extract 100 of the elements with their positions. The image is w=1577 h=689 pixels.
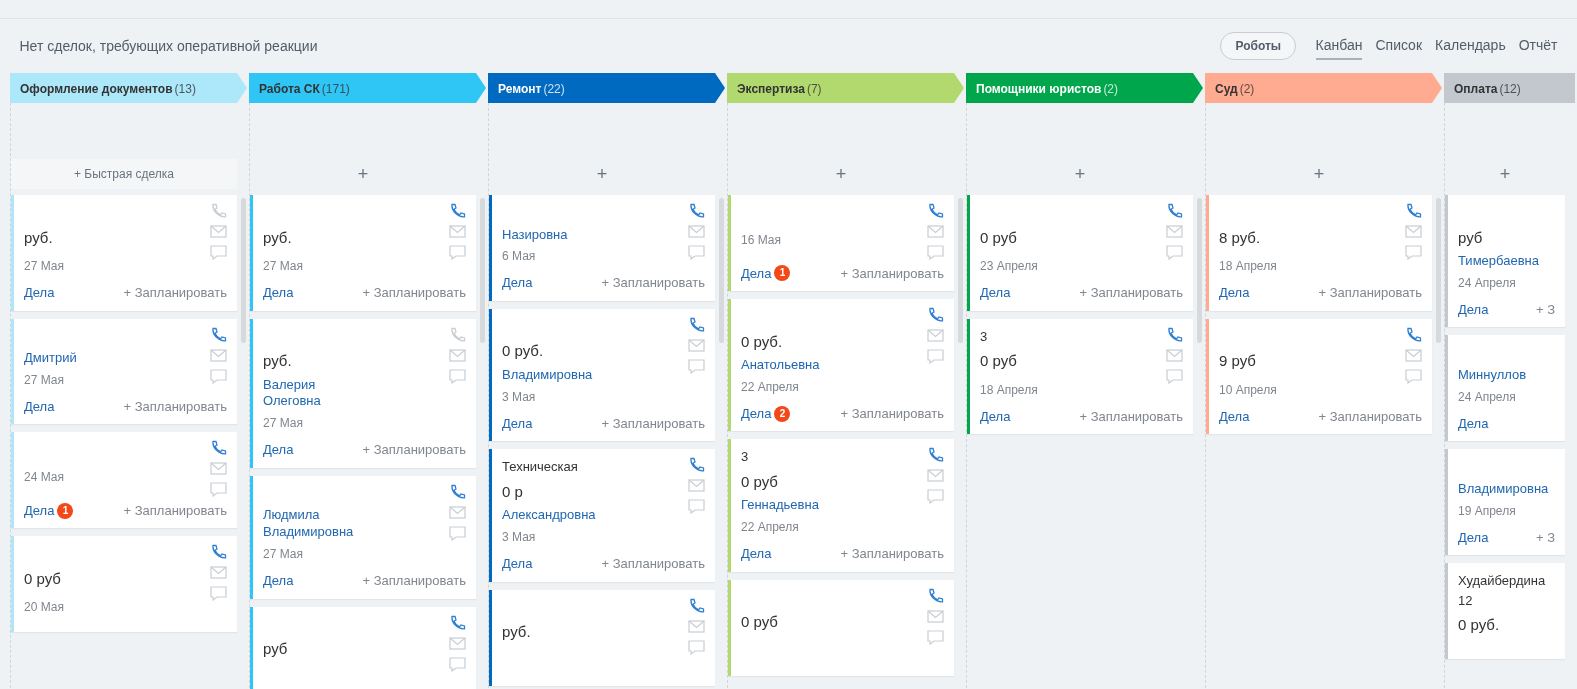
contact-link[interactable]: Тимербаевна	[1458, 253, 1555, 270]
contact-link[interactable]: Геннадьевна	[741, 497, 924, 515]
deal-card[interactable]: Миннуллов 24 Апреля Дела	[1445, 335, 1565, 442]
deal-card[interactable]: руб. 27 Мая Дела + Запланировать	[11, 195, 237, 311]
contact-link[interactable]: Олеговна	[263, 393, 446, 411]
deal-card[interactable]: 0 руб 23 Апреля Дела + Запланировать	[967, 195, 1193, 311]
view-tab[interactable]: Календарь	[1435, 32, 1506, 60]
mail-icon[interactable]	[1405, 224, 1422, 239]
chat-icon[interactable]	[688, 245, 705, 260]
tasks-link[interactable]: Дела	[263, 283, 294, 303]
mail-icon[interactable]	[210, 461, 227, 477]
phone-icon[interactable]	[210, 326, 227, 342]
schedule-link[interactable]: + Запланировать	[601, 554, 705, 574]
contact-link[interactable]: Анатольевна	[741, 357, 924, 374]
chat-icon[interactable]	[688, 358, 705, 374]
quick-add-button[interactable]: +	[1206, 159, 1432, 189]
quick-add-button[interactable]: +	[250, 159, 476, 189]
tasks-link[interactable]: Дела	[24, 283, 55, 303]
mail-icon[interactable]	[927, 328, 944, 343]
chat-icon[interactable]	[449, 368, 466, 384]
tasks-link[interactable]: Дела	[1219, 283, 1250, 303]
schedule-link[interactable]: + Запланировать	[123, 283, 227, 303]
view-tab[interactable]: Канбан	[1315, 32, 1363, 60]
tasks-link[interactable]: Дела	[1458, 527, 1489, 548]
contact-link[interactable]: Миннуллов	[1458, 366, 1555, 384]
chat-icon[interactable]	[449, 656, 466, 672]
phone-icon[interactable]	[688, 457, 705, 473]
quick-add-button[interactable]: +	[489, 159, 715, 189]
schedule-link[interactable]: + Запланировать	[601, 413, 705, 434]
schedule-link[interactable]: + Запланировать	[1318, 283, 1422, 303]
deal-card[interactable]: 9 руб 10 Апреля Дела + Запланировать	[1206, 318, 1432, 434]
quick-add-button[interactable]: +	[967, 159, 1193, 189]
deal-card[interactable]: Худайбердина 12 0 руб.	[1445, 563, 1565, 660]
mail-icon[interactable]	[449, 347, 466, 363]
phone-icon[interactable]	[688, 597, 705, 613]
deal-card[interactable]: 0 руб. Анатольевна 22 Апреля Дела 2 + Запланировать	[728, 299, 954, 432]
phone-icon[interactable]	[688, 316, 705, 332]
contact-link[interactable]: Владимировна	[502, 366, 685, 384]
deal-card[interactable]: руб. 27 Мая Дела + Запланировать	[250, 195, 476, 311]
scrollbar[interactable]	[241, 198, 246, 343]
quick-add-button[interactable]: + Быстрая сделка	[11, 159, 237, 189]
phone-icon[interactable]	[1405, 203, 1422, 218]
schedule-link[interactable]: + Запланировать	[1079, 283, 1183, 303]
tasks-link[interactable]: Дела	[741, 263, 772, 283]
mail-icon[interactable]	[688, 478, 705, 494]
tasks-link[interactable]: Дела	[263, 440, 294, 460]
mail-icon[interactable]	[688, 337, 705, 353]
chat-icon[interactable]	[449, 245, 466, 260]
mail-icon[interactable]	[688, 224, 705, 239]
contact-link[interactable]: Назировна	[502, 226, 685, 244]
deal-card[interactable]: 16 Мая Дела 1 + Запланировать	[728, 195, 954, 291]
chat-icon[interactable]	[927, 489, 944, 505]
quick-add-button[interactable]: +	[728, 159, 954, 189]
deal-title[interactable]: 3	[741, 447, 924, 467]
contact-link[interactable]: Людмила	[263, 507, 446, 525]
chat-icon[interactable]	[210, 245, 227, 260]
chat-icon[interactable]	[688, 639, 705, 655]
contact-link[interactable]: Александровна	[502, 507, 685, 525]
phone-icon[interactable]	[927, 203, 944, 218]
phone-icon[interactable]	[927, 447, 944, 463]
tasks-link[interactable]: Дела	[24, 500, 55, 521]
scrollbar[interactable]	[1436, 198, 1441, 343]
mail-icon[interactable]	[1405, 347, 1422, 363]
tasks-link[interactable]: Дела	[24, 396, 55, 417]
tasks-link[interactable]: Дела	[980, 283, 1011, 303]
deal-card[interactable]: Дмитрий 27 Мая Дела + Запланировать	[11, 318, 237, 425]
phone-icon[interactable]	[1166, 203, 1183, 218]
chat-icon[interactable]	[1405, 368, 1422, 384]
chat-icon[interactable]	[210, 368, 227, 384]
contact-link[interactable]: Дмитрий	[24, 350, 207, 367]
robots-button[interactable]: Роботы	[1220, 32, 1297, 60]
contact-link[interactable]: Владимировна	[263, 524, 446, 542]
tasks-link[interactable]: Дела	[502, 273, 533, 293]
chat-icon[interactable]	[927, 349, 944, 364]
deal-card[interactable]: руб	[250, 606, 476, 689]
scrollbar[interactable]	[958, 198, 963, 343]
phone-icon[interactable]	[688, 203, 705, 218]
schedule-link[interactable]: + Запланировать	[362, 571, 466, 591]
chat-icon[interactable]	[210, 482, 227, 498]
chat-icon[interactable]	[210, 586, 227, 602]
schedule-link[interactable]: + Запланировать	[362, 283, 466, 303]
deal-card[interactable]: руб.	[489, 589, 715, 686]
mail-icon[interactable]	[688, 618, 705, 634]
mail-icon[interactable]	[449, 635, 466, 651]
mail-icon[interactable]	[210, 565, 227, 581]
tasks-link[interactable]: Дела	[502, 413, 533, 434]
tasks-link[interactable]: Дела	[1458, 299, 1489, 320]
chat-icon[interactable]	[927, 245, 944, 260]
phone-icon[interactable]	[449, 614, 466, 630]
view-tab[interactable]: Отчёт	[1518, 32, 1558, 60]
tasks-link[interactable]: Дела	[1219, 406, 1250, 426]
deal-card[interactable]: 0 руб. Владимировна 3 Мая Дела + Запланировать	[489, 308, 715, 442]
schedule-link[interactable]: + Запланировать	[840, 403, 944, 424]
chat-icon[interactable]	[1166, 245, 1183, 260]
deal-card[interactable]: 3 0 руб Геннадьевна 22 Апреля Дела + Запланировать	[728, 439, 954, 572]
mail-icon[interactable]	[927, 468, 944, 484]
contact-link[interactable]: Владимировна	[1458, 480, 1555, 498]
chat-icon[interactable]	[449, 525, 466, 541]
schedule-link[interactable]: + З	[1535, 527, 1555, 548]
mail-icon[interactable]	[1166, 224, 1183, 239]
